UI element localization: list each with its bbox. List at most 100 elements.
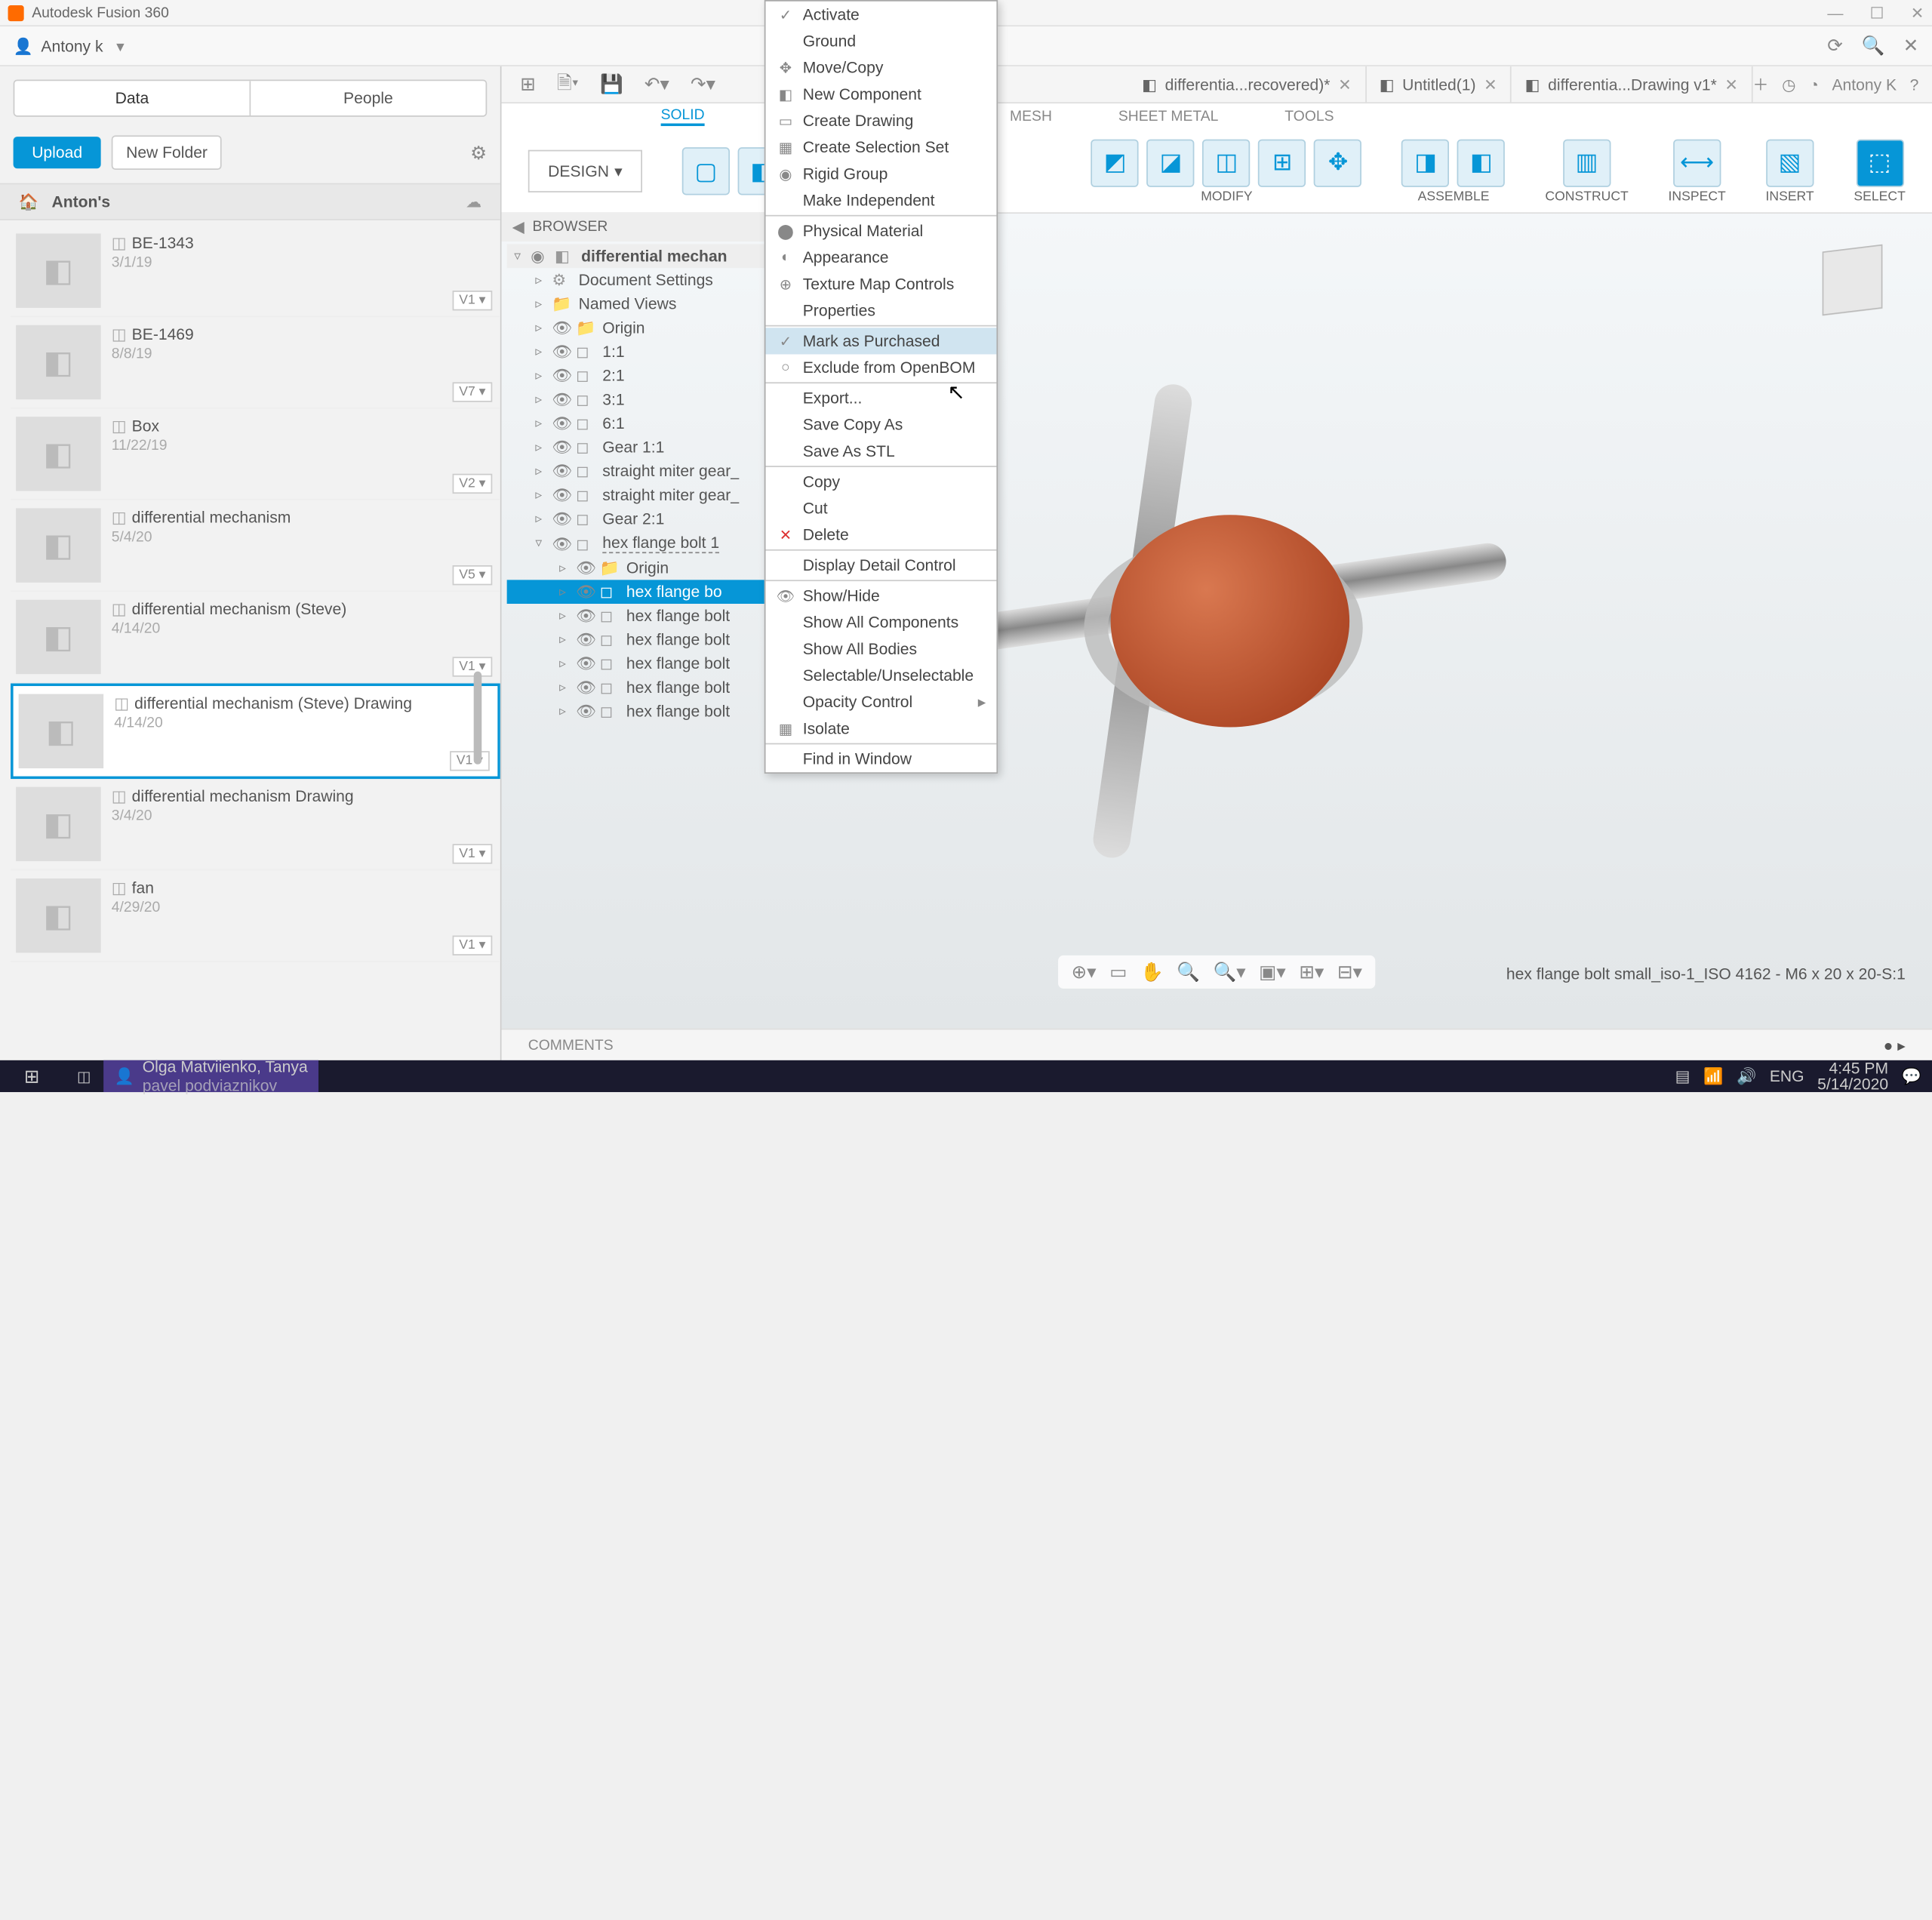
grid-icon[interactable]: ⊞ [512,73,544,96]
file-version[interactable]: V1 ▾ [450,751,490,771]
menu-item[interactable]: ⬤Physical Material [766,217,997,244]
menu-item[interactable]: ◧New Component [766,81,997,107]
tab-people[interactable]: People [251,81,485,115]
doc-tab-3[interactable]: ◧ differentia...Drawing v1* ✕ [1512,66,1752,102]
scrollbar-thumb[interactable] [474,672,482,765]
file-version[interactable]: V1 ▾ [453,657,493,676]
doc-tab-2[interactable]: ◧ Untitled(1) ✕ [1366,66,1512,102]
file-item[interactable]: ◧ ◫differential mechanism 5/4/20 V5 ▾ [11,500,500,592]
file-item[interactable]: ◧ ◫Box 11/22/19 V2 ▾ [11,409,500,500]
ribbon-tab-tools[interactable]: TOOLS [1284,109,1334,125]
close-icon[interactable]: ✕ [1338,75,1352,94]
file-icon[interactable]: 🗎▾ [549,69,586,100]
menu-item[interactable]: 👁Show/Hide [766,583,997,609]
menu-item[interactable]: Save As STL [766,438,997,464]
select-icon[interactable]: ⬚ [1856,139,1903,186]
start-button[interactable]: ⊞ [0,1065,63,1088]
file-list[interactable]: ◧ ◫BE-1343 3/1/19 V1 ▾ ◧ ◫BE-1469 8/8/19… [0,220,500,1060]
close-icon[interactable]: ✕ [1724,75,1738,94]
help-icon[interactable]: ? [1910,75,1919,94]
design-dropdown[interactable]: DESIGN ▾ [528,150,642,192]
menu-item[interactable]: Show All Bodies [766,635,997,662]
construct-icon[interactable]: ▥ [1563,139,1611,186]
modify-icon4[interactable]: ⊞ [1259,139,1306,186]
file-version[interactable]: V1 ▾ [453,936,493,955]
menu-item[interactable]: Save Copy As [766,411,997,438]
menu-item[interactable]: Export... [766,385,997,411]
viewcube[interactable] [1799,227,1906,334]
menu-item[interactable]: Selectable/Unselectable [766,662,997,688]
notifications-icon[interactable]: 💬 [1902,1067,1921,1086]
menu-item[interactable]: ✥Move/Copy [766,54,997,81]
expand-icon[interactable]: ▿ [509,249,525,263]
menu-item[interactable]: Ground [766,28,997,54]
collapse-icon[interactable]: ◀ [512,217,525,236]
menu-item[interactable]: ▦Create Selection Set [766,134,997,161]
file-item[interactable]: ◧ ◫fan 4/29/20 V1 ▾ [11,870,500,962]
task-view-icon[interactable]: ◫ [63,1068,103,1085]
menu-item[interactable]: Make Independent [766,187,997,214]
comments-toggle-icon[interactable]: ● ▸ [1884,1035,1906,1054]
clock[interactable]: 4:45 PM 5/14/2020 [1817,1060,1888,1092]
sketch-icon[interactable]: ▢ [682,147,730,195]
menu-item[interactable]: Cut [766,495,997,522]
tab-data[interactable]: Data [14,81,251,115]
display-icon[interactable]: ▣▾ [1259,961,1286,983]
jobs-icon[interactable]: ◔ [1809,75,1819,94]
zoom-icon[interactable]: 🔍 [1177,961,1200,983]
file-item[interactable]: ◧ ◫differential mechanism Drawing 3/4/20… [11,779,500,870]
upload-button[interactable]: Upload [14,137,101,168]
user-menu[interactable]: 👤 Antony k ▾ [14,36,125,55]
file-version[interactable]: V1 ▾ [453,844,493,863]
menu-item[interactable]: ✕Delete [766,522,997,548]
sound-icon[interactable]: 🔊 [1737,1067,1756,1086]
menu-item[interactable]: Properties [766,297,997,324]
comments-bar[interactable]: COMMENTS ● ▸ [502,1029,1932,1060]
menu-item[interactable]: ▦Isolate [766,715,997,742]
new-tab-icon[interactable]: ＋ [1752,73,1768,96]
modify-icon2[interactable]: ◪ [1147,139,1195,186]
assemble-icon1[interactable]: ◨ [1402,139,1450,186]
menu-item[interactable]: Display Detail Control [766,552,997,578]
redo-icon[interactable]: ↷▾ [682,73,723,96]
modify-icon1[interactable]: ◩ [1091,139,1139,186]
inspect-icon[interactable]: ⟷ [1673,139,1721,186]
file-item[interactable]: ◧ ◫BE-1469 8/8/19 V7 ▾ [11,317,500,408]
user-right[interactable]: Antony K [1832,75,1897,94]
file-version[interactable]: V2 ▾ [453,474,493,494]
menu-item[interactable]: Copy [766,469,997,495]
menu-item[interactable]: ◐Appearance [766,245,997,271]
save-icon[interactable]: 💾 [592,73,631,96]
close-button[interactable]: ✕ [1911,3,1924,22]
eye-icon[interactable]: 👁 [552,318,571,337]
expand-icon[interactable]: ▹ [531,321,546,335]
menu-item[interactable]: ◉Rigid Group [766,161,997,187]
project-row[interactable]: 🏠 Anton's ☁ [0,183,500,220]
tray-icon[interactable]: ▤ [1675,1067,1690,1086]
menu-item[interactable]: ⊕Texture Map Controls [766,271,997,297]
expand-icon[interactable]: ▹ [531,272,546,287]
pan-icon[interactable]: ✋ [1140,961,1164,983]
menu-item[interactable]: ○Exclude from OpenBOM [766,354,997,380]
menu-item[interactable]: ▭Create Drawing [766,107,997,134]
expand-icon[interactable]: ▹ [531,297,546,311]
menu-item[interactable]: Opacity Control▸ [766,689,997,715]
extensions-icon[interactable]: ◷ [1782,75,1795,94]
orbit-icon[interactable]: ⊕▾ [1072,961,1097,983]
file-item[interactable]: ◧ ◫BE-1343 3/1/19 V1 ▾ [11,226,500,317]
ribbon-tab-solid[interactable]: SOLID [661,107,705,126]
maximize-button[interactable]: ☐ [1870,3,1884,22]
radio-icon[interactable]: ◉ [531,247,549,266]
file-version[interactable]: V7 ▾ [453,382,493,402]
new-folder-button[interactable]: New Folder [112,135,223,170]
viewport-icon[interactable]: ⊟▾ [1337,961,1362,983]
ribbon-tab-mesh[interactable]: MESH [1010,109,1052,125]
menu-item[interactable]: Find in Window [766,746,997,772]
search-icon[interactable]: 🔍 [1862,35,1885,57]
look-icon[interactable]: ▭ [1109,961,1127,983]
file-version[interactable]: V1 ▾ [453,291,493,310]
gear-icon[interactable]: ⚙ [470,141,487,164]
file-item[interactable]: ◧ ◫differential mechanism (Steve) Drawin… [11,683,500,779]
menu-item[interactable]: Show All Components [766,609,997,635]
move-icon[interactable]: ✥ [1314,139,1361,186]
